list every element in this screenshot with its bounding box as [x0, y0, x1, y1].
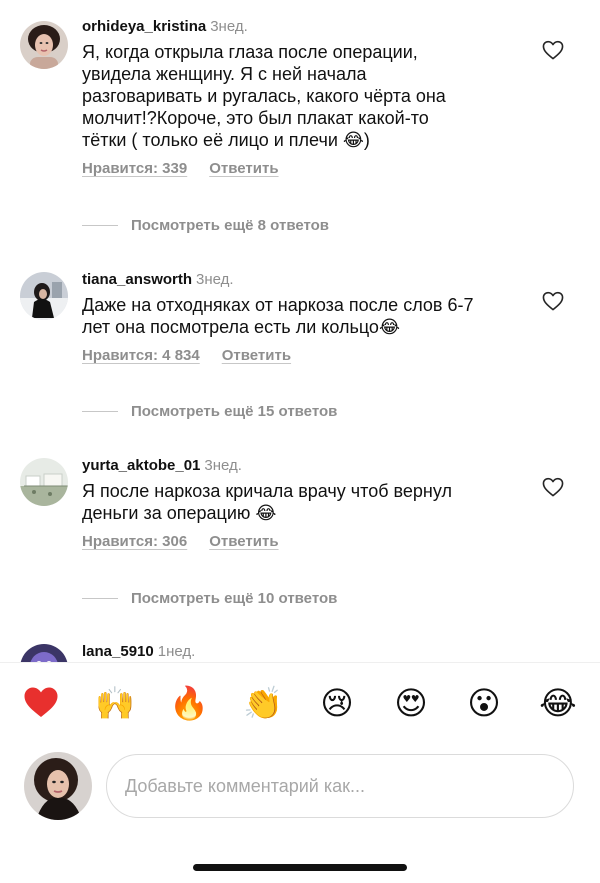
like-heart-icon[interactable]: [542, 477, 564, 497]
like-heart-icon[interactable]: [542, 291, 564, 311]
comment-header: lana_5910 1нед.: [82, 643, 522, 661]
reply-button[interactable]: Ответить: [209, 533, 278, 550]
comment-body: lana_5910 1нед.: [82, 643, 522, 661]
comment-time: 3нед.: [204, 457, 242, 474]
comment-time: 1нед.: [157, 643, 196, 660]
view-more-replies-button[interactable]: Посмотреть ещё 10 ответов: [82, 590, 337, 608]
comment-body: yurta_aktobe_01 3нед. Я после наркоза кри…: [82, 457, 522, 551]
comment-text-line: лет она посмотрела есть ли кольцо😂: [82, 317, 400, 337]
comment-text: Я после наркоза кричала врачу чтоб верну…: [82, 480, 522, 524]
comment-actions: Нравится: 306 Ответить: [82, 533, 522, 551]
comment-actions: Нравится: 339 Ответить: [82, 160, 522, 178]
comment-body: tiana_answorth 3нед. Даже на отходняках о…: [82, 271, 522, 365]
likes-count-link[interactable]: Нравится: 306: [82, 533, 187, 550]
comment-header: orhideya_kristina 3нед.: [82, 18, 522, 36]
clapping-hands-icon[interactable]: 👏: [243, 683, 283, 723]
comment-header: yurta_aktobe_01 3нед.: [82, 457, 522, 475]
home-indicator[interactable]: [193, 864, 407, 871]
tears-of-joy-icon[interactable]: 😂: [538, 683, 578, 723]
reply-button[interactable]: Ответить: [222, 347, 291, 364]
view-more-replies-label: Посмотреть ещё 10 ответов: [131, 590, 338, 607]
comments-list[interactable]: orhideya_kristina 3нед. Я, когда открыла …: [0, 0, 600, 662]
heart-eyes-icon[interactable]: 😍: [391, 683, 431, 723]
comment-input[interactable]: [106, 754, 574, 818]
crying-face-icon[interactable]: 😢: [317, 683, 357, 723]
username[interactable]: tiana_answorth: [82, 271, 192, 288]
comment-header: tiana_answorth 3нед.: [82, 271, 522, 289]
comment-composer: [0, 746, 600, 836]
view-more-replies-label: Посмотреть ещё 8 ответов: [131, 217, 330, 234]
comment-text-line: увидела женщину. Я с ней начала: [82, 64, 367, 84]
avatar[interactable]: [20, 644, 68, 662]
comment-time: 3нед.: [196, 271, 234, 288]
comment-body: orhideya_kristina 3нед. Я, когда открыла …: [82, 18, 522, 178]
comment-text-line: деньги за операцию 😂: [82, 503, 277, 523]
view-more-replies-button[interactable]: Посмотреть ещё 15 ответов: [82, 403, 337, 421]
likes-count-link[interactable]: Нравится: 339: [82, 160, 187, 177]
like-heart-icon[interactable]: [542, 40, 564, 60]
view-more-replies-label: Посмотреть ещё 15 ответов: [131, 403, 338, 420]
view-more-replies-button[interactable]: Посмотреть ещё 8 ответов: [82, 217, 329, 235]
raising-hands-icon[interactable]: 🙌: [95, 683, 135, 723]
comment-text-line: Я, когда открыла глаза после операции,: [82, 42, 418, 62]
comment-text-line: тётки ( только её лицо и плечи 😂): [82, 130, 370, 150]
avatar-photo: [20, 21, 68, 69]
replies-divider-line: [82, 597, 118, 599]
comment-text-line: Даже на отходняках от наркоза после слов…: [82, 295, 474, 315]
comment-time: 3нед.: [210, 18, 248, 35]
fire-icon[interactable]: 🔥: [169, 683, 209, 723]
username[interactable]: orhideya_kristina: [82, 18, 206, 35]
red-heart-icon[interactable]: [21, 683, 61, 723]
avatar-photo: [20, 458, 68, 506]
avatar-photo: [24, 752, 92, 820]
username[interactable]: lana_5910: [82, 643, 154, 660]
current-user-avatar: [24, 752, 92, 820]
red-heart-shape: [24, 687, 58, 717]
avatar-photo: [20, 272, 68, 320]
avatar[interactable]: [20, 21, 68, 69]
comment-text-line: Я после наркоза кричала врачу чтоб верну…: [82, 481, 452, 501]
comments-screen: orhideya_kristina 3нед. Я, когда открыла …: [0, 0, 600, 883]
username[interactable]: yurta_aktobe_01: [82, 457, 200, 474]
avatar[interactable]: [20, 458, 68, 506]
replies-divider-line: [82, 410, 118, 412]
comment-text: Даже на отходняках от наркоза после слов…: [82, 294, 522, 338]
replies-divider-line: [82, 224, 118, 226]
quick-emoji-bar: 🙌 🔥 👏 😢 😍 😮 😂: [0, 662, 600, 747]
comment-text-line: молчит!?Короче, это был плакат какой-то: [82, 108, 429, 128]
comment-actions: Нравится: 4 834 Ответить: [82, 347, 522, 365]
avatar-photo: [20, 644, 68, 662]
comment-text-line: разговаривать и ругалась, какого чёрта о…: [82, 86, 446, 106]
surprised-face-icon[interactable]: 😮: [464, 683, 504, 723]
likes-count-link[interactable]: Нравится: 4 834: [82, 347, 200, 364]
avatar[interactable]: [20, 272, 68, 320]
comment-text: Я, когда открыла глаза после операции, у…: [82, 41, 522, 151]
reply-button[interactable]: Ответить: [209, 160, 278, 177]
